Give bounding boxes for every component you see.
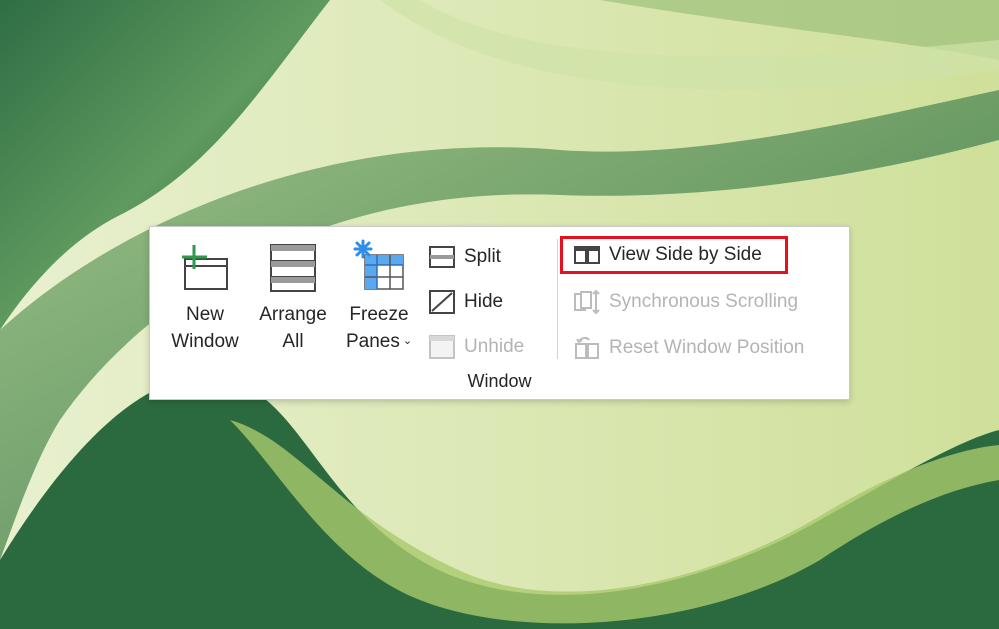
split-button[interactable]: Split (428, 242, 501, 272)
hide-label: Hide (464, 291, 504, 312)
new-window-line2: Window (171, 331, 239, 352)
new-window-label: New Window (171, 301, 239, 355)
chevron-down-icon: ⌄ (402, 335, 413, 348)
freeze-panes-icon (353, 239, 404, 290)
synchronous-scrolling-button[interactable]: Synchronous Scrolling (573, 287, 798, 317)
synchronous-scrolling-label: Synchronous Scrolling (609, 291, 799, 312)
hide-button[interactable]: Hide (428, 287, 503, 317)
arrange-all-icon (270, 244, 316, 292)
reset-window-position-icon (575, 336, 599, 359)
arrange-all-label: Arrange All (259, 301, 327, 355)
arrange-all-line2: All (282, 331, 304, 352)
synchronous-scrolling-icon (574, 289, 600, 315)
unhide-button[interactable]: Unhide (428, 332, 524, 362)
arrange-all-button[interactable]: Arrange All (252, 239, 334, 355)
new-window-icon (182, 245, 228, 290)
freeze-panes-label: Freeze Panes ⌄ (346, 301, 412, 355)
unhide-icon (429, 335, 455, 359)
unhide-label: Unhide (464, 336, 525, 357)
group-divider (557, 239, 558, 359)
ribbon-window-group: New Window Arrange All Freeze Panes ⌄ Sp… (149, 226, 850, 400)
hide-icon (429, 290, 455, 314)
freeze-panes-line1: Freeze (349, 304, 409, 325)
reset-window-position-label: Reset Window Position (609, 337, 805, 358)
new-window-button[interactable]: New Window (166, 239, 244, 355)
freeze-panes-line2: Panes ⌄ (346, 328, 412, 355)
highlight-box (560, 236, 788, 274)
split-label: Split (464, 246, 501, 267)
freeze-panes-button[interactable]: Freeze Panes ⌄ (338, 239, 420, 355)
arrange-all-line1: Arrange (259, 304, 327, 325)
reset-window-position-button[interactable]: Reset Window Position (573, 333, 804, 363)
freeze-panes-line2-text: Panes (345, 331, 400, 352)
group-label-window: Window (467, 371, 532, 391)
new-window-line1: New (185, 304, 224, 325)
split-icon (429, 246, 455, 268)
